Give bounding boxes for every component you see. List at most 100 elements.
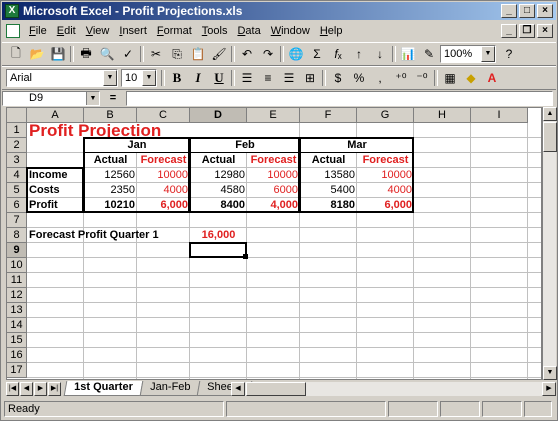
column-header-f[interactable]: F bbox=[300, 108, 357, 123]
prev-sheet-icon[interactable]: ◀ bbox=[20, 382, 33, 396]
row-header-9[interactable]: 9 bbox=[7, 243, 27, 258]
name-box[interactable]: D9 ▼ bbox=[2, 90, 100, 106]
menu-help[interactable]: Help bbox=[315, 22, 348, 40]
sheet-tab-jan-feb[interactable]: Jan-Feb bbox=[139, 381, 201, 396]
hyperlink-icon[interactable]: 🌐 bbox=[286, 44, 306, 64]
cell-profit-actual-jan[interactable]: 10210 bbox=[84, 198, 137, 213]
fill-handle[interactable] bbox=[243, 254, 248, 259]
sort-descending-icon[interactable]: ↓ bbox=[370, 44, 390, 64]
cell-income-forecast-mar[interactable]: 10000 bbox=[357, 168, 414, 183]
month-header-mar[interactable]: Mar bbox=[300, 138, 414, 153]
fill-color-icon[interactable]: ◆ bbox=[461, 68, 481, 88]
comma-button[interactable]: , bbox=[370, 68, 390, 88]
borders-icon[interactable]: ▦ bbox=[440, 68, 460, 88]
underline-button[interactable]: U bbox=[209, 68, 229, 88]
align-center-icon[interactable]: ≡ bbox=[258, 68, 278, 88]
open-icon[interactable]: 📂 bbox=[27, 44, 47, 64]
menu-file[interactable]: File bbox=[24, 22, 52, 40]
select-all-corner[interactable] bbox=[7, 108, 27, 123]
chart-wizard-icon[interactable]: 📊 bbox=[398, 44, 418, 64]
row-header-14[interactable]: 14 bbox=[7, 318, 27, 333]
print-preview-icon[interactable]: 🔍 bbox=[97, 44, 117, 64]
scroll-right-icon[interactable]: ▶ bbox=[542, 382, 556, 396]
cell-costs-actual-mar[interactable]: 5400 bbox=[300, 183, 357, 198]
align-right-icon[interactable]: ☰ bbox=[279, 68, 299, 88]
row-header-15[interactable]: 15 bbox=[7, 333, 27, 348]
spelling-icon[interactable]: ✓ bbox=[118, 44, 138, 64]
row-header-4[interactable]: 4 bbox=[7, 168, 27, 183]
column-header-e[interactable]: E bbox=[247, 108, 300, 123]
forecast-header[interactable]: Forecast bbox=[137, 153, 190, 168]
cell-costs-actual-jan[interactable]: 2350 bbox=[84, 183, 137, 198]
doc-close-button[interactable]: × bbox=[537, 24, 553, 38]
active-cell-selection[interactable] bbox=[189, 242, 248, 259]
menu-data[interactable]: Data bbox=[232, 22, 265, 40]
cell-costs-forecast-mar[interactable]: 4000 bbox=[357, 183, 414, 198]
close-button[interactable]: × bbox=[537, 4, 553, 18]
row-label-profit[interactable]: Profit bbox=[27, 198, 84, 213]
month-header-feb[interactable]: Feb bbox=[190, 138, 300, 153]
last-sheet-icon[interactable]: ▶| bbox=[48, 382, 61, 396]
row-header-17[interactable]: 17 bbox=[7, 363, 27, 378]
forecast-quarter-label[interactable]: Forecast Profit Quarter 1 bbox=[27, 228, 190, 243]
cell-costs-actual-feb[interactable]: 4580 bbox=[190, 183, 247, 198]
cell-income-actual-feb[interactable]: 12980 bbox=[190, 168, 247, 183]
print-icon[interactable]: 🖶 bbox=[76, 44, 96, 64]
decrease-decimal-icon[interactable]: ⁻⁰ bbox=[412, 68, 432, 88]
increase-decimal-icon[interactable]: ⁺⁰ bbox=[391, 68, 411, 88]
help-icon[interactable]: ? bbox=[499, 44, 519, 64]
align-left-icon[interactable]: ☰ bbox=[237, 68, 257, 88]
chevron-down-icon[interactable]: ▼ bbox=[86, 91, 99, 105]
actual-header[interactable]: Actual bbox=[300, 153, 357, 168]
scroll-left-icon[interactable]: ◀ bbox=[231, 382, 245, 396]
zoom-select[interactable]: 100% ▼ bbox=[440, 45, 496, 63]
row-header-2[interactable]: 2 bbox=[7, 138, 27, 153]
cell-income-forecast-jan[interactable]: 10000 bbox=[137, 168, 190, 183]
font-color-icon[interactable]: A bbox=[482, 68, 502, 88]
menu-edit[interactable]: Edit bbox=[52, 22, 81, 40]
row-header-7[interactable]: 7 bbox=[7, 213, 27, 228]
percent-button[interactable]: % bbox=[349, 68, 369, 88]
menu-format[interactable]: Format bbox=[152, 22, 197, 40]
cell-income-forecast-feb[interactable]: 10000 bbox=[247, 168, 300, 183]
sort-ascending-icon[interactable]: ↑ bbox=[349, 44, 369, 64]
row-header-3[interactable]: 3 bbox=[7, 153, 27, 168]
autosum-icon[interactable]: Σ bbox=[307, 44, 327, 64]
doc-restore-button[interactable]: ❐ bbox=[519, 24, 535, 38]
row-header-5[interactable]: 5 bbox=[7, 183, 27, 198]
cell-costs-forecast-feb[interactable]: 6000 bbox=[247, 183, 300, 198]
drawing-icon[interactable]: ✎ bbox=[419, 44, 439, 64]
chevron-down-icon[interactable]: ▼ bbox=[142, 70, 156, 86]
menu-window[interactable]: Window bbox=[266, 22, 315, 40]
menu-view[interactable]: View bbox=[81, 22, 115, 40]
actual-header[interactable]: Actual bbox=[190, 153, 247, 168]
font-size-select[interactable]: 10 ▼ bbox=[121, 69, 157, 87]
new-icon[interactable]: 🗋 bbox=[6, 44, 26, 64]
sheet-title[interactable]: Profit Projection bbox=[27, 122, 247, 139]
row-header-16[interactable]: 16 bbox=[7, 348, 27, 363]
row-header-1[interactable]: 1 bbox=[7, 123, 27, 138]
row-header-6[interactable]: 6 bbox=[7, 198, 27, 213]
row-label-income[interactable]: Income bbox=[27, 168, 84, 183]
forecast-header[interactable]: Forecast bbox=[357, 153, 414, 168]
forecast-header[interactable]: Forecast bbox=[247, 153, 300, 168]
doc-minimize-button[interactable]: _ bbox=[501, 24, 517, 38]
column-header-i[interactable]: I bbox=[471, 108, 528, 123]
paste-icon[interactable]: 📋 bbox=[188, 44, 208, 64]
row-label-costs[interactable]: Costs bbox=[27, 183, 84, 198]
workbook-icon[interactable] bbox=[6, 24, 20, 38]
cell-profit-forecast-jan[interactable]: 6,000 bbox=[137, 198, 190, 213]
menu-insert[interactable]: Insert bbox=[114, 22, 152, 40]
font-select[interactable]: Arial ▼ bbox=[6, 69, 118, 87]
merge-center-icon[interactable]: ⊞ bbox=[300, 68, 320, 88]
vertical-scroll-thumb[interactable] bbox=[543, 122, 557, 152]
maximize-button[interactable]: □ bbox=[519, 4, 535, 18]
function-icon[interactable]: fₓ bbox=[328, 44, 348, 64]
minimize-button[interactable]: _ bbox=[501, 4, 517, 18]
worksheet-grid[interactable]: ABCDEFGHI 1 2 3 4 5 6 7 8 9 10 11 12 13 14 15 16 17 Prof… bbox=[6, 107, 542, 380]
actual-header[interactable]: Actual bbox=[84, 153, 137, 168]
cell-profit-actual-feb[interactable]: 8400 bbox=[190, 198, 247, 213]
cell-profit-forecast-mar[interactable]: 6,000 bbox=[357, 198, 414, 213]
row-header-10[interactable]: 10 bbox=[7, 258, 27, 273]
cell-income-actual-mar[interactable]: 13580 bbox=[300, 168, 357, 183]
